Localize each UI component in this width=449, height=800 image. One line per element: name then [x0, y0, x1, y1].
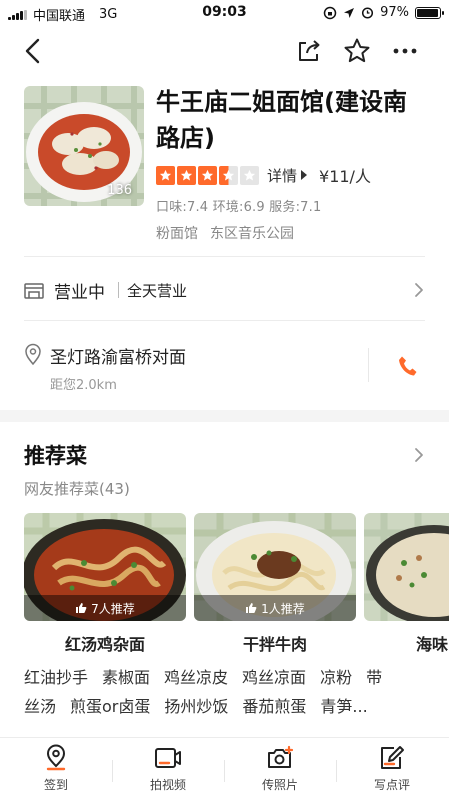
alarm-icon	[362, 7, 374, 19]
hours-text: 全天营业	[127, 282, 188, 300]
checkin-pin-icon	[46, 744, 66, 771]
section-spacer	[0, 410, 449, 422]
area-tag[interactable]: 东区音乐公园	[210, 223, 294, 243]
star-icon	[198, 165, 217, 185]
video-camera-icon	[155, 748, 181, 768]
star-icon	[240, 165, 259, 185]
status-bar: 中国联通 3G 09:03 97%	[0, 0, 449, 26]
recommend-count: 1人推荐	[261, 601, 305, 616]
separator	[368, 348, 369, 382]
divider	[24, 256, 425, 257]
dish-chip[interactable]: 丝汤	[24, 693, 56, 717]
star-icon	[156, 165, 175, 185]
dish-chips-row: 丝汤 煎蛋or卤蛋 扬州炒饭 番茄煎蛋 青笋...	[24, 693, 368, 717]
more-icon	[393, 48, 417, 54]
dish-chip[interactable]: 素椒面	[102, 664, 150, 688]
dish-chip[interactable]: 带	[366, 664, 382, 688]
call-button[interactable]	[392, 350, 424, 382]
battery-icon	[415, 6, 444, 19]
video-tab[interactable]: 拍视频	[112, 744, 224, 798]
recommend-badge: 7人推荐	[24, 595, 186, 621]
divider	[24, 320, 425, 321]
category-tag[interactable]: 粉面馆	[156, 223, 198, 243]
recommended-subtitle: 网友推荐菜(43)	[24, 480, 130, 498]
tab-label: 拍视频	[149, 778, 186, 792]
phone-icon	[399, 356, 417, 376]
dish-chip[interactable]: 红油抄手	[24, 664, 88, 688]
dish-name: 海味	[416, 635, 449, 654]
chevron-right-icon	[415, 283, 423, 297]
photo-count: 136	[107, 183, 132, 198]
tab-label: 传照片	[261, 778, 298, 792]
share-icon	[299, 40, 320, 61]
details-link[interactable]: 详情	[267, 165, 297, 186]
checkin-tab[interactable]: 签到	[0, 744, 112, 798]
shop-name: 牛王庙二姐面馆(建设南路店)	[156, 88, 407, 152]
star-rating	[156, 165, 259, 185]
dish-chip[interactable]: 番茄煎蛋	[242, 693, 306, 717]
tab-label: 写点评	[373, 778, 410, 792]
dish-chip[interactable]: 扬州炒饭	[164, 693, 228, 717]
shop-front-icon	[24, 283, 44, 299]
rating-row: 详情 ¥11/人	[156, 164, 371, 186]
dish-chip[interactable]: 煎蛋or卤蛋	[70, 693, 150, 717]
caret-right-icon	[301, 170, 308, 180]
open-status: 营业中	[54, 283, 105, 303]
star-icon	[177, 165, 196, 185]
dish-card[interactable]	[364, 513, 449, 621]
address-text: 圣灯路渝富桥对面	[50, 348, 186, 368]
system-icons: 97%	[323, 5, 444, 20]
edit-review-icon	[381, 746, 404, 769]
avg-price: ¥11/人	[319, 167, 371, 186]
recommended-title: 推荐菜	[24, 444, 87, 468]
back-button[interactable]	[16, 34, 50, 68]
dish-card[interactable]: 7人推荐	[24, 513, 186, 621]
sub-scores: 口味:7.4 环境:6.9 服务:7.1	[156, 200, 322, 215]
chevron-left-icon	[25, 38, 40, 64]
dish-name: 红汤鸡杂面	[64, 635, 145, 654]
dish-chips-row: 红油抄手 素椒面 鸡丝凉皮 鸡丝凉面 凉粉 带	[24, 664, 382, 688]
location-pin-icon	[25, 343, 41, 365]
business-hours-row[interactable]: 营业中 全天营业	[0, 262, 449, 318]
recommend-count: 7人推荐	[91, 601, 135, 616]
shop-photo[interactable]: 136	[24, 86, 144, 206]
photo-tab[interactable]: 传照片	[224, 744, 336, 798]
tab-label: 签到	[43, 778, 68, 792]
shop-tags: 粉面馆 东区音乐公园	[156, 223, 294, 243]
battery-percent: 97%	[380, 5, 409, 20]
separator	[118, 282, 119, 298]
share-button[interactable]	[292, 34, 326, 68]
more-button[interactable]	[388, 34, 422, 68]
camera-icon	[268, 745, 294, 768]
favorite-button[interactable]	[340, 34, 374, 68]
dish-chip[interactable]: 青笋...	[320, 693, 367, 717]
star-outline-icon	[344, 38, 370, 63]
dish-chip[interactable]: 凉粉	[320, 664, 352, 688]
star-icon	[219, 165, 238, 185]
dish-card[interactable]: 1人推荐	[194, 513, 356, 621]
address-row[interactable]: 圣灯路渝富桥对面 距您2.0km	[0, 330, 449, 398]
location-icon	[344, 7, 355, 18]
thumbs-up-icon	[76, 603, 87, 613]
distance-text: 距您2.0km	[50, 378, 117, 393]
recommend-badge: 1人推荐	[194, 595, 356, 621]
thumbs-up-icon	[246, 603, 257, 613]
seafood-noodles-image	[364, 513, 449, 621]
dish-chip[interactable]: 鸡丝凉皮	[164, 664, 228, 688]
chevron-right-icon[interactable]	[414, 447, 424, 463]
review-tab[interactable]: 写点评	[336, 744, 448, 798]
rotation-lock-icon	[323, 6, 337, 19]
dish-name: 干拌牛肉	[242, 635, 307, 654]
dish-chip[interactable]: 鸡丝凉面	[242, 664, 306, 688]
bottom-action-bar: 签到 拍视频 传照片 写点评	[0, 737, 449, 800]
nav-bar	[0, 28, 449, 74]
